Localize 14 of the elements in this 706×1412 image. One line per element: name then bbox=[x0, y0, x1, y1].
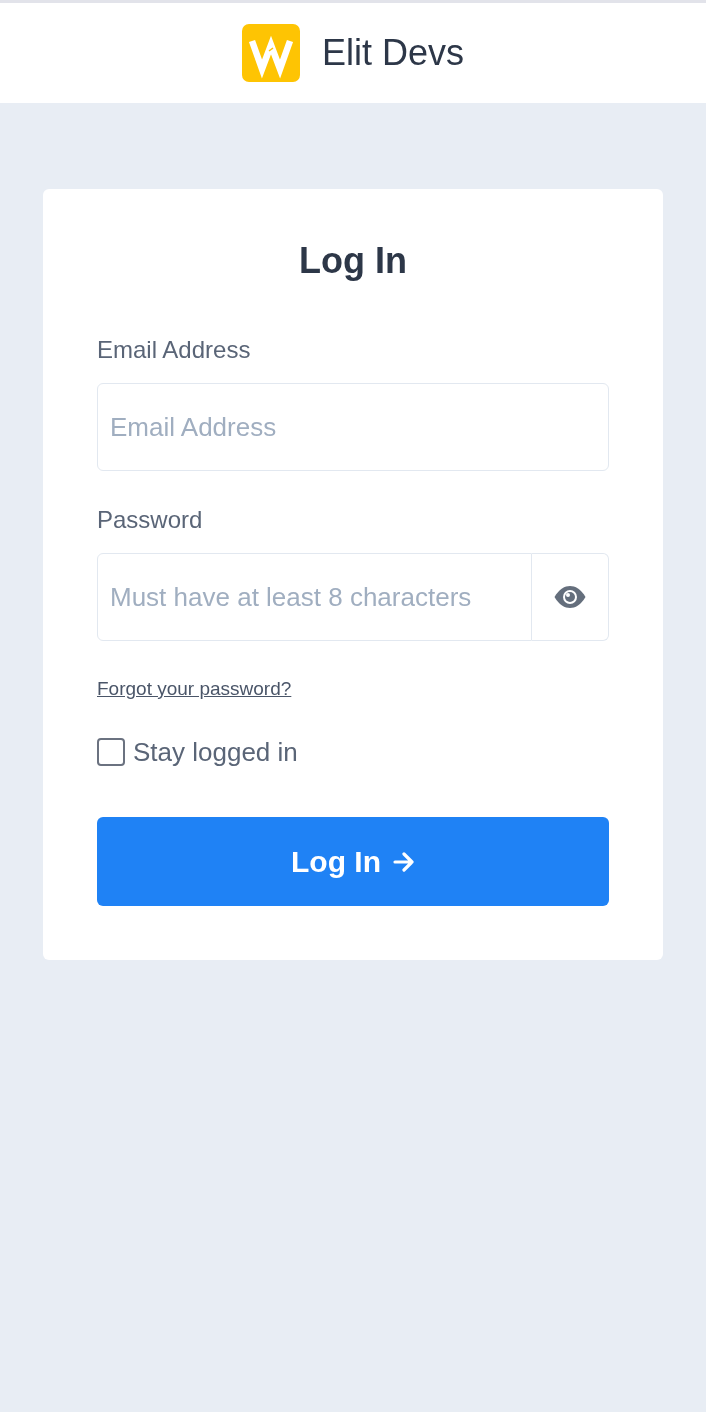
checkbox-label[interactable]: Stay logged in bbox=[133, 736, 298, 768]
field-label: Password bbox=[97, 505, 203, 535]
login-button[interactable]: Log In bbox=[97, 817, 609, 906]
email-field[interactable]: Email Address bbox=[97, 383, 609, 471]
eye-icon bbox=[554, 586, 586, 608]
show-password-button[interactable] bbox=[532, 553, 609, 641]
field-label: Email Address bbox=[97, 335, 251, 365]
logo-icon bbox=[242, 24, 300, 82]
arrow-right-icon bbox=[393, 851, 415, 872]
brand-name: Elit Devs bbox=[322, 31, 464, 75]
form-title: Log In bbox=[299, 241, 407, 281]
forgot-password-link[interactable]: Forgot your password? bbox=[97, 676, 292, 702]
checkbox[interactable] bbox=[97, 738, 125, 766]
password-field[interactable]: Must have at least 8 characters bbox=[97, 553, 532, 641]
